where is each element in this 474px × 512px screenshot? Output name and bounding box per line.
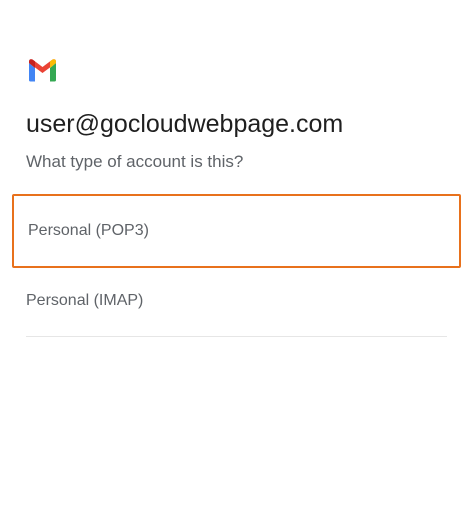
option-label: Personal (POP3) [28,222,149,239]
gmail-logo-icon [29,59,56,82]
divider [26,336,447,337]
account-type-question: What type of account is this? [26,152,244,171]
option-personal-imap[interactable]: Personal (IMAP) [12,264,461,338]
account-email: user@gocloudwebpage.com [26,110,344,138]
option-personal-pop3[interactable]: Personal (POP3) [12,194,461,268]
option-label: Personal (IMAP) [26,292,144,309]
